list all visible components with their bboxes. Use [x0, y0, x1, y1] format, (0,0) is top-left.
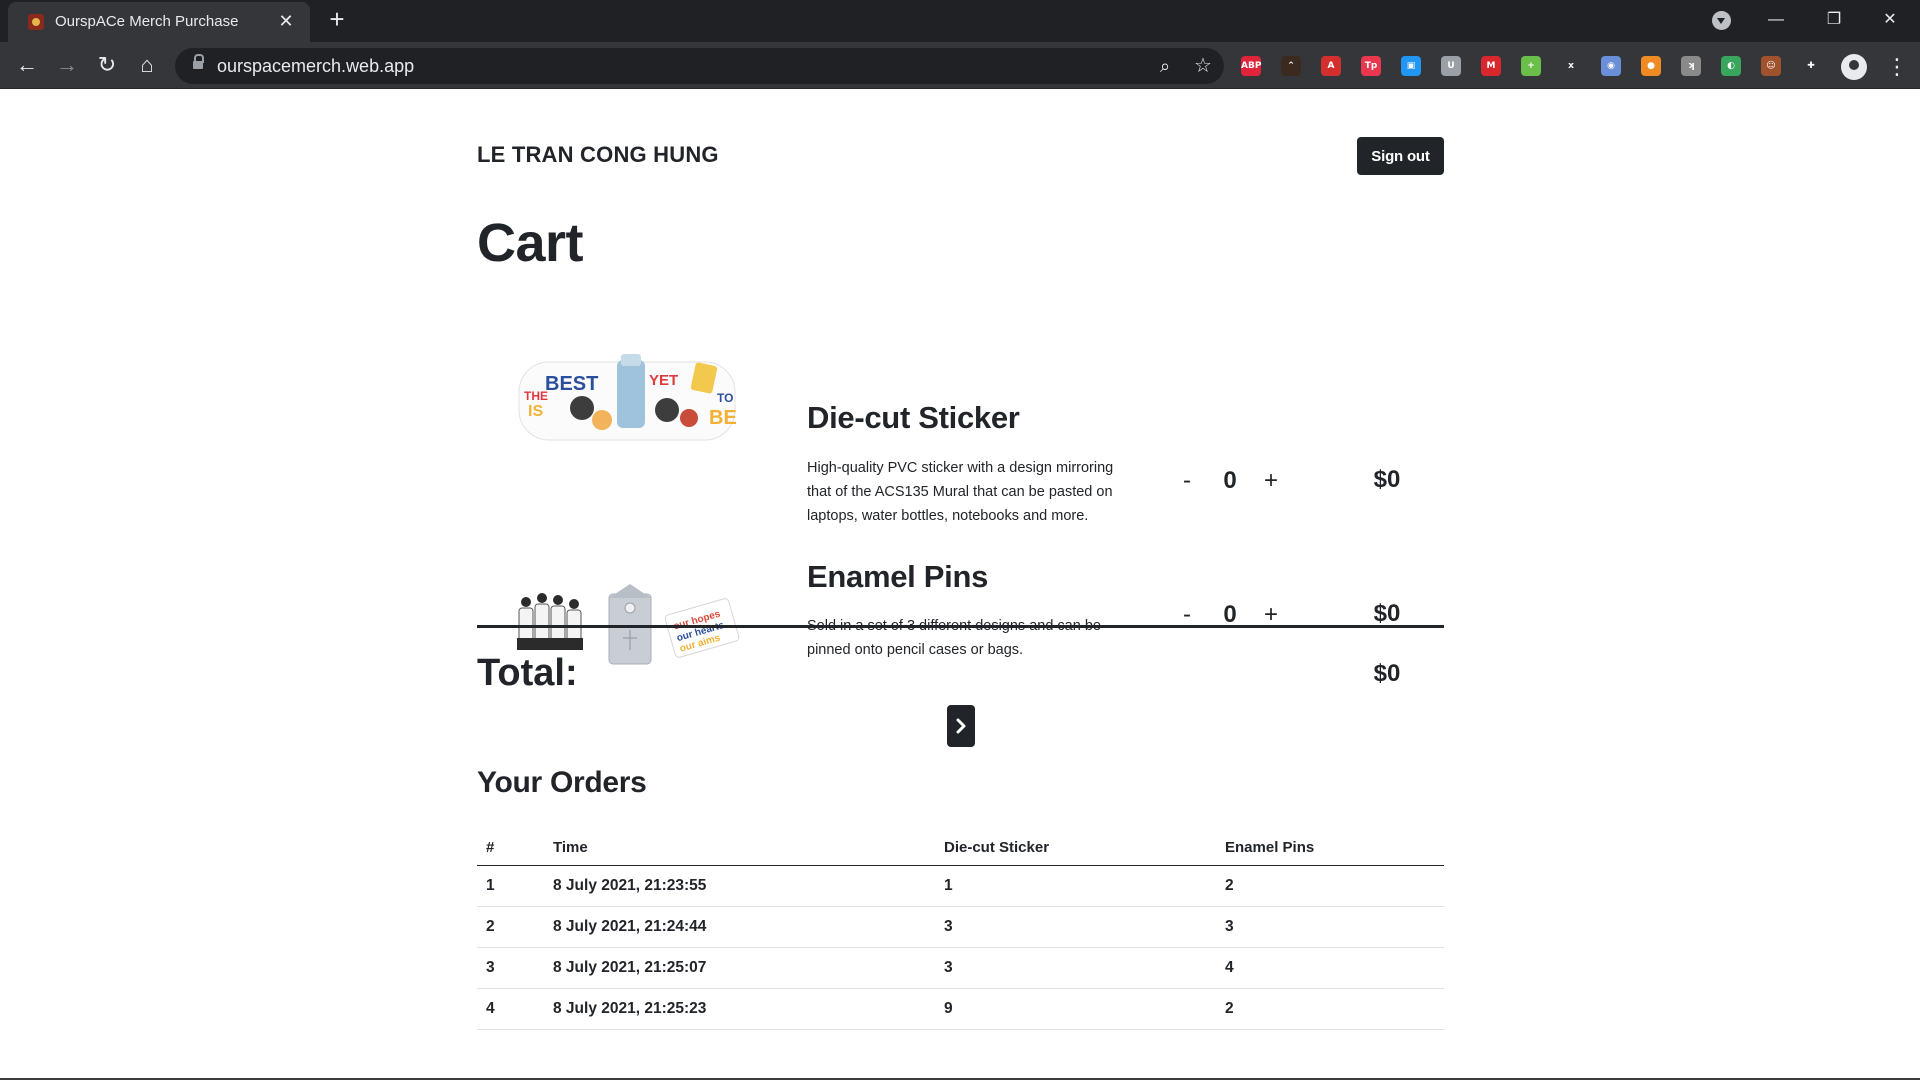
order-sticker-qty: 1	[935, 865, 1216, 907]
order-time: 8 July 2021, 21:23:55	[544, 865, 935, 907]
pin-text-badge: our hopes our hearts our aims	[664, 598, 740, 658]
item-title-pins: Enamel Pins	[807, 559, 989, 594]
lock-icon	[193, 54, 204, 71]
cart-item-sticker: THE BEST IS YET TO BE Die-cut Sticker Hi…	[477, 308, 1444, 524]
sticker-text-is: IS	[528, 403, 543, 420]
order-pins-qty: 4	[1216, 947, 1444, 989]
page: LE TRAN CONG HUNG Sign out Cart THE BEST…	[0, 90, 1920, 1080]
eyes-icon[interactable]: ◉	[1601, 56, 1621, 76]
sticker-image: THE BEST IS YET TO BE	[518, 354, 737, 441]
home-icon[interactable]: ⌂	[133, 51, 161, 79]
order-sticker-qty: 9	[935, 988, 1216, 1030]
dot-icon[interactable]: ●	[1641, 56, 1661, 76]
sticker-text-be: BE	[709, 407, 737, 429]
reload-icon[interactable]: ↻	[93, 51, 121, 79]
pdf-icon[interactable]: A	[1321, 56, 1341, 76]
browser-toolbar: ← → ↻ ⌂ ourspacemerch.web.app ⌕ ☆	[0, 42, 1920, 89]
palette-icon[interactable]: ◐	[1721, 56, 1741, 76]
column-header-pins: Enamel Pins	[1216, 831, 1444, 866]
site-favicon-icon	[28, 14, 44, 30]
checkout-button[interactable]	[947, 705, 975, 747]
forward-icon[interactable]: →	[53, 51, 81, 79]
main-container: LE TRAN CONG HUNG Sign out Cart THE BEST…	[477, 90, 1444, 1080]
item-title-sticker: Die-cut Sticker	[807, 400, 1020, 435]
url-text: ourspacemerch.web.app	[217, 56, 415, 76]
order-sticker-qty: 3	[935, 947, 1216, 989]
orders-table: # Time Die-cut Sticker Enamel Pins 1 8 J…	[477, 831, 1444, 1030]
user-name: LE TRAN CONG HUNG	[477, 142, 719, 167]
price-pins: $0	[1373, 600, 1401, 627]
back-icon[interactable]: ←	[13, 51, 41, 79]
restore-icon[interactable]: ❐	[1812, 6, 1856, 34]
minimize-icon[interactable]: —	[1754, 6, 1798, 34]
puzzle-icon[interactable]: ✚	[1801, 56, 1821, 76]
zoom-icon[interactable]: ⌕	[1153, 54, 1177, 78]
browser-tab[interactable]: OurspACe Merch Purchase ✕	[8, 2, 310, 42]
profile-avatar-icon[interactable]	[1841, 54, 1867, 80]
total-label: Total:	[477, 652, 578, 694]
tab-search-icon[interactable]	[1712, 11, 1731, 30]
window-icon[interactable]: ▣	[1401, 56, 1421, 76]
mega-icon[interactable]: M	[1481, 56, 1501, 76]
tp-icon[interactable]: Tp	[1361, 56, 1381, 76]
item-description-pins: Sold in a set of 3 different designs and…	[807, 618, 1101, 658]
order-pins-qty: 2	[1216, 865, 1444, 907]
order-pins-qty: 3	[1216, 906, 1444, 948]
extension-chevron-icon[interactable]: ⌃	[1281, 56, 1301, 76]
order-time: 8 July 2021, 21:24:44	[544, 906, 935, 948]
face-icon[interactable]: ☺	[1761, 56, 1781, 76]
cart-title: Cart	[477, 213, 584, 273]
sticker-text-best: BEST	[545, 373, 598, 395]
new-tab-icon[interactable]: +	[325, 6, 349, 32]
menu-kebab-icon[interactable]: ⋮	[1886, 52, 1908, 82]
sticker-text-to: TO	[717, 391, 733, 405]
order-time: 8 July 2021, 21:25:23	[544, 988, 935, 1030]
browser-tabbar: OurspACe Merch Purchase ✕ + — ❐ ✕	[0, 0, 1920, 42]
adblock-plus-icon[interactable]: ABP	[1241, 56, 1261, 76]
table-row: 4 8 July 2021, 21:25:23 9 2	[477, 988, 1444, 1030]
address-bar[interactable]: ourspacemerch.web.app ⌕ ☆	[175, 48, 1224, 84]
column-header-number: #	[477, 831, 544, 866]
tab-close-icon[interactable]: ✕	[276, 11, 296, 31]
table-header-row: # Time Die-cut Sticker Enamel Pins	[477, 831, 1444, 866]
pin-tower	[608, 584, 652, 665]
order-number: 3	[477, 947, 544, 989]
tab-title: OurspACe Merch Purchase	[55, 13, 239, 30]
x-icon[interactable]: x	[1561, 56, 1581, 76]
column-header-time: Time	[544, 831, 935, 866]
column-header-sticker: Die-cut Sticker	[935, 831, 1216, 866]
plus-circle-icon[interactable]: +	[1521, 56, 1541, 76]
grey-box-icon[interactable]: ʞ	[1681, 56, 1701, 76]
bookmark-star-icon[interactable]: ☆	[1191, 54, 1215, 78]
order-sticker-qty: 3	[935, 906, 1216, 948]
table-row: 1 8 July 2021, 21:23:55 1 2	[477, 865, 1444, 907]
orders-title: Your Orders	[477, 766, 647, 799]
shield-icon[interactable]: U	[1441, 56, 1461, 76]
table-row: 3 8 July 2021, 21:25:07 3 4	[477, 947, 1444, 989]
order-time: 8 July 2021, 21:25:07	[544, 947, 935, 989]
order-number: 4	[477, 988, 544, 1030]
pin-people	[517, 593, 583, 650]
cart-divider	[477, 625, 1444, 628]
window-close-icon[interactable]: ✕	[1868, 6, 1912, 34]
sign-out-button[interactable]: Sign out	[1357, 137, 1444, 175]
chevron-right-icon	[956, 718, 966, 734]
order-number: 2	[477, 906, 544, 948]
order-pins-qty: 2	[1216, 988, 1444, 1030]
sticker-text-yet: YET	[649, 372, 678, 389]
total-value: $0	[1373, 660, 1401, 687]
cart-item-pins: our hopes our hearts our aims Enamel Pin…	[477, 485, 1444, 665]
table-row: 2 8 July 2021, 21:24:44 3 3	[477, 906, 1444, 948]
order-number: 1	[477, 865, 544, 907]
